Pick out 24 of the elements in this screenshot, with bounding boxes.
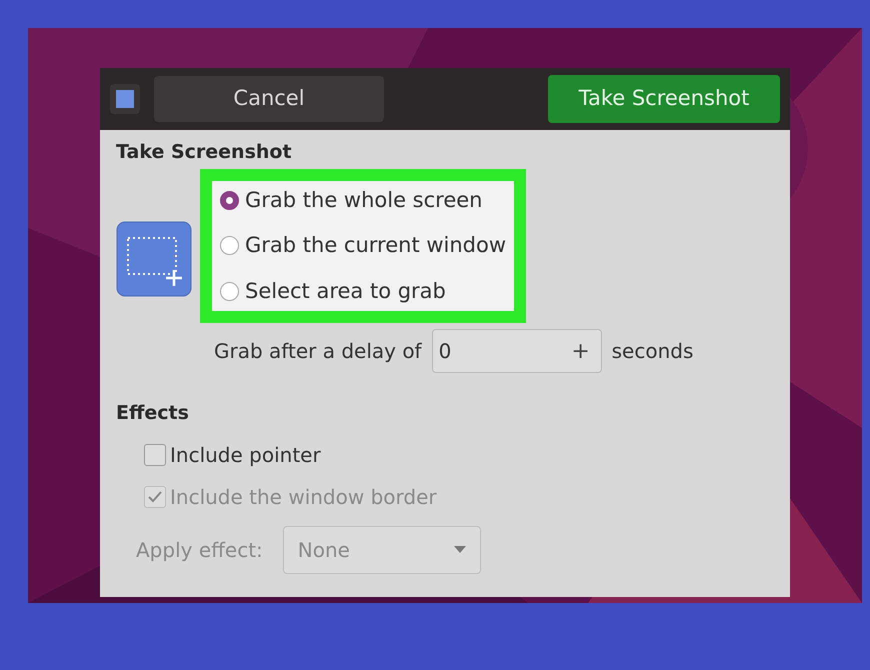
radio-button[interactable] bbox=[220, 190, 239, 210]
seconds-label: seconds bbox=[612, 338, 694, 365]
delay-label: Grab after a delay of bbox=[214, 338, 422, 365]
radio-label: Grab the whole screen bbox=[245, 186, 482, 214]
radio-label: Select area to grab bbox=[245, 278, 446, 304]
section-title: Effects bbox=[116, 401, 189, 426]
checkmark-icon bbox=[147, 488, 163, 504]
apply-effect-label: Apply effect: bbox=[136, 536, 263, 564]
checkbox-label: Include pointer bbox=[170, 442, 321, 468]
checkbox-label: Include the window border bbox=[170, 484, 437, 510]
delay-value: 0 bbox=[438, 338, 452, 365]
section-title: Take Screenshot bbox=[116, 140, 292, 165]
area-select-icon bbox=[116, 220, 192, 296]
checkbox[interactable] bbox=[144, 444, 166, 466]
take-screenshot-button[interactable]: Take Screenshot bbox=[548, 75, 780, 123]
delay-spin-field[interactable]: 0 + bbox=[432, 329, 602, 373]
screenshot-icon[interactable] bbox=[110, 84, 140, 114]
dropdown-arrow-icon bbox=[454, 546, 466, 553]
radio-label: Grab the current window bbox=[245, 232, 506, 259]
radio-button[interactable] bbox=[220, 236, 239, 256]
radio-button[interactable] bbox=[220, 282, 239, 301]
increment-button[interactable]: + bbox=[560, 330, 601, 372]
cancel-button[interactable]: Cancel bbox=[154, 76, 384, 122]
dropdown-value: None bbox=[298, 536, 351, 564]
